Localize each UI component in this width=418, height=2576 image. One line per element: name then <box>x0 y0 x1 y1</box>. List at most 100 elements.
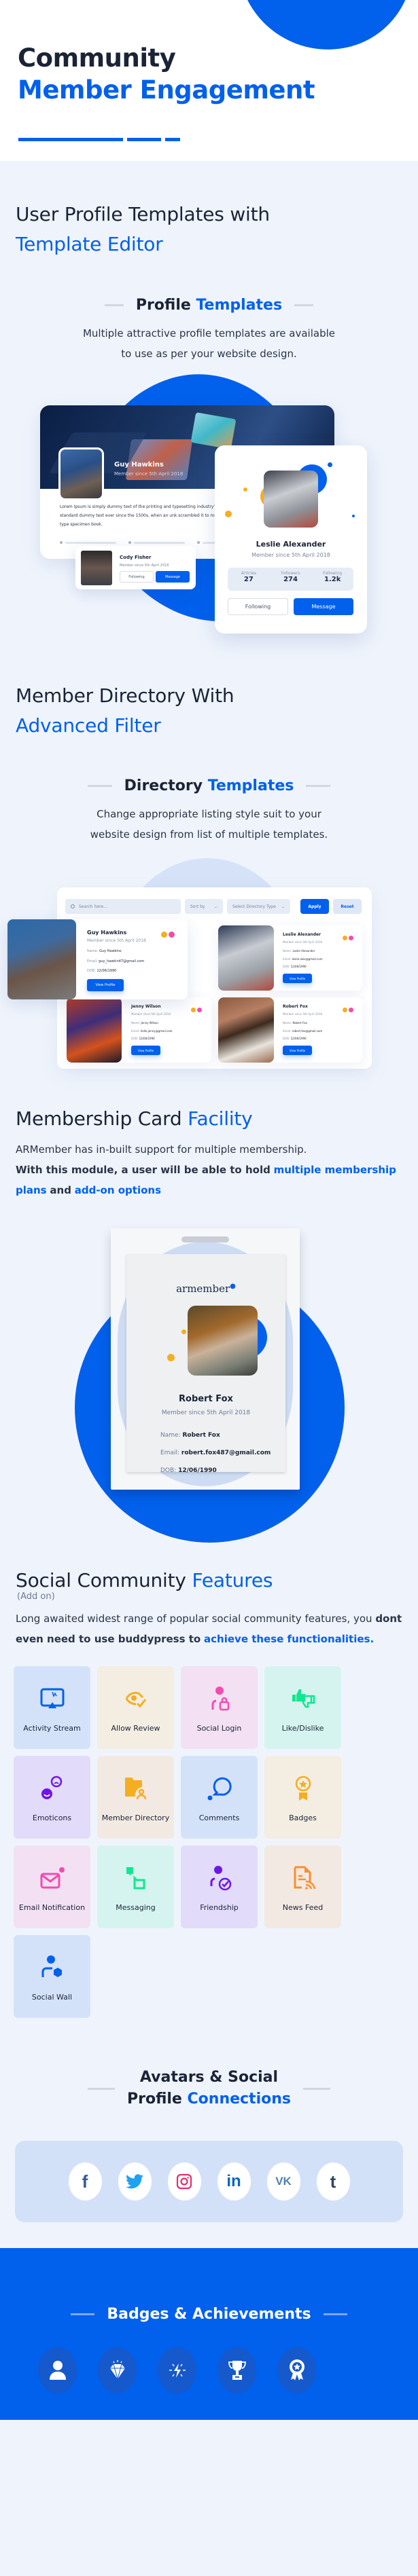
vk-icon: VK <box>275 2175 292 2188</box>
badge-lightning <box>158 2347 196 2393</box>
field-key: Name: <box>160 1432 181 1439</box>
heart-icon[interactable] <box>349 936 353 940</box>
star-icon[interactable] <box>161 932 167 938</box>
heart-icon[interactable] <box>169 932 175 938</box>
chevron-down-icon: ⌄ <box>281 904 285 909</box>
linkedin-button[interactable]: in <box>217 2163 251 2201</box>
feature-tile[interactable]: Activity Stream <box>14 1666 90 1749</box>
member-card: Robert Fox Member since 5th April 2018 N… <box>218 997 362 1063</box>
field-value: Robert Fox <box>292 1021 307 1025</box>
view-profile-button[interactable]: View Profile <box>283 1046 312 1055</box>
member-photo <box>218 997 274 1063</box>
star-icon[interactable] <box>343 1008 347 1012</box>
feature-tile[interactable]: Member Directory <box>97 1756 174 1839</box>
feature-grid: Activity Stream Allow Review Social Login L… <box>0 1666 418 2018</box>
feature-label: Friendship <box>200 1903 239 1912</box>
following-button[interactable]: Following <box>228 598 288 615</box>
reset-button[interactable]: Reset <box>333 899 362 914</box>
feature-tile[interactable]: Comments <box>181 1756 258 1839</box>
feature-label: Comments <box>198 1814 240 1822</box>
lanyard-slot <box>181 1236 229 1243</box>
linkedin-icon: in <box>226 2172 241 2190</box>
heading-dark: Member Directory With <box>16 684 234 707</box>
hero-underline <box>18 138 180 141</box>
facebook-icon: f <box>82 2171 88 2192</box>
search-input[interactable]: Search here... <box>65 899 181 914</box>
heading-dark: Membership Card <box>16 1107 182 1130</box>
subheading-text: Avatars & Social Profile Connections <box>127 2067 291 2110</box>
feature-label: News Feed <box>282 1903 324 1912</box>
heading-blue: Features <box>192 1569 273 1591</box>
divider <box>87 785 112 787</box>
feature-tile[interactable]: Email Notification <box>14 1845 90 1928</box>
tumblr-icon: t <box>330 2171 336 2192</box>
member-directory-section: Member Directory With Advanced Filter Di… <box>0 656 418 1069</box>
select-label: Select Directory Type <box>232 904 276 909</box>
tumblr-button[interactable]: t <box>316 2163 350 2201</box>
hero-section: Community Member Engagement <box>0 0 418 161</box>
directory-type-select[interactable]: Select Directory Type ⌄ <box>227 899 290 914</box>
facebook-button[interactable]: f <box>68 2163 102 2201</box>
feature-tile[interactable]: Badges <box>264 1756 341 1839</box>
feature-tile[interactable]: Like/Dislike <box>264 1666 341 1749</box>
member-dob-line: DOB: 12/06/1990 <box>131 1037 155 1040</box>
message-button[interactable]: Message <box>156 571 190 583</box>
heart-icon[interactable] <box>349 1008 353 1012</box>
email-icon <box>39 1864 66 1892</box>
field-key: Name: <box>283 949 292 953</box>
view-profile-button[interactable]: View Profile <box>283 974 312 983</box>
desc-highlight: achieve these functionalities. <box>204 1633 375 1645</box>
member-name: Robert Fox <box>283 1004 308 1009</box>
social-network-bar: f in VK t <box>15 2141 403 2222</box>
card-email-line: Email: robert.fox487@gmail.com <box>160 1450 271 1456</box>
activity-stream-icon <box>39 1685 66 1712</box>
award-ribbon-icon <box>289 2359 304 2380</box>
avatar <box>58 447 104 500</box>
star-icon[interactable] <box>191 1008 196 1012</box>
desc-line: to use as per your website design. <box>121 348 297 360</box>
view-profile-button[interactable]: View Profile <box>131 1046 160 1055</box>
star-icon[interactable] <box>343 936 347 940</box>
view-profile-button[interactable]: View Profile <box>87 979 124 991</box>
user-lock-icon <box>206 1685 233 1712</box>
heart-icon[interactable] <box>197 1008 202 1012</box>
social-features-section: Social Community Features (Add on) Long … <box>0 1506 418 2018</box>
directory-description: Change appropriate listing style suit to… <box>0 804 418 845</box>
feature-tile[interactable]: Messaging <box>97 1845 174 1928</box>
message-button[interactable]: Message <box>294 598 353 615</box>
field-value: 12/06/1990 <box>97 969 117 973</box>
feature-tile[interactable]: Allow Review <box>97 1666 174 1749</box>
divider <box>87 2087 115 2090</box>
field-key: Name: <box>131 1021 141 1025</box>
feature-tile[interactable]: Social Wall <box>14 1935 90 2018</box>
subheading-text: Directory Templates <box>124 777 294 794</box>
field-value: robert.fox@gmail.com <box>292 1029 323 1033</box>
field-key: Email: <box>283 957 292 961</box>
membership-card-section: Membership Card Facility ARMember has in… <box>0 1069 418 1543</box>
thumbs-icon <box>290 1685 317 1712</box>
field-key: Email: <box>87 959 98 963</box>
member-name: Robert Fox <box>179 1394 233 1404</box>
feature-tile[interactable]: News Feed <box>264 1845 341 1928</box>
member-name-line: Name: Guy Hawkins <box>87 949 122 953</box>
heading-blue: Facility <box>188 1107 253 1130</box>
instagram-button[interactable] <box>167 2163 201 2201</box>
following-button[interactable]: Following <box>120 571 154 583</box>
feature-tile[interactable]: Emoticons <box>14 1756 90 1839</box>
divider <box>303 2087 330 2090</box>
member-name: Jenny Wilson <box>131 1004 161 1009</box>
member-name: Leslie Alexander <box>283 932 321 937</box>
membership-description: ARMember has in-built support for multip… <box>0 1139 418 1200</box>
heading-blue: Template Editor <box>16 233 163 255</box>
directory-panel: Search here... Sort by ⌄ Select Directory… <box>7 887 372 1069</box>
feature-tile[interactable]: Friendship <box>181 1845 258 1928</box>
feature-tile[interactable]: Social Login <box>181 1666 258 1749</box>
field-value: 12/06/1990 <box>178 1467 217 1474</box>
field-key: DOB: <box>283 965 290 968</box>
vk-button[interactable]: VK <box>266 2163 300 2201</box>
profile-templates-preview: Guy Hawkins Member since 5th April 2018 … <box>0 346 418 656</box>
member-since: Member since 5th April 2018 <box>283 1012 322 1016</box>
sort-by-select[interactable]: Sort by ⌄ <box>185 899 223 914</box>
twitter-button[interactable] <box>118 2163 152 2201</box>
apply-button[interactable]: Apply <box>300 899 329 914</box>
